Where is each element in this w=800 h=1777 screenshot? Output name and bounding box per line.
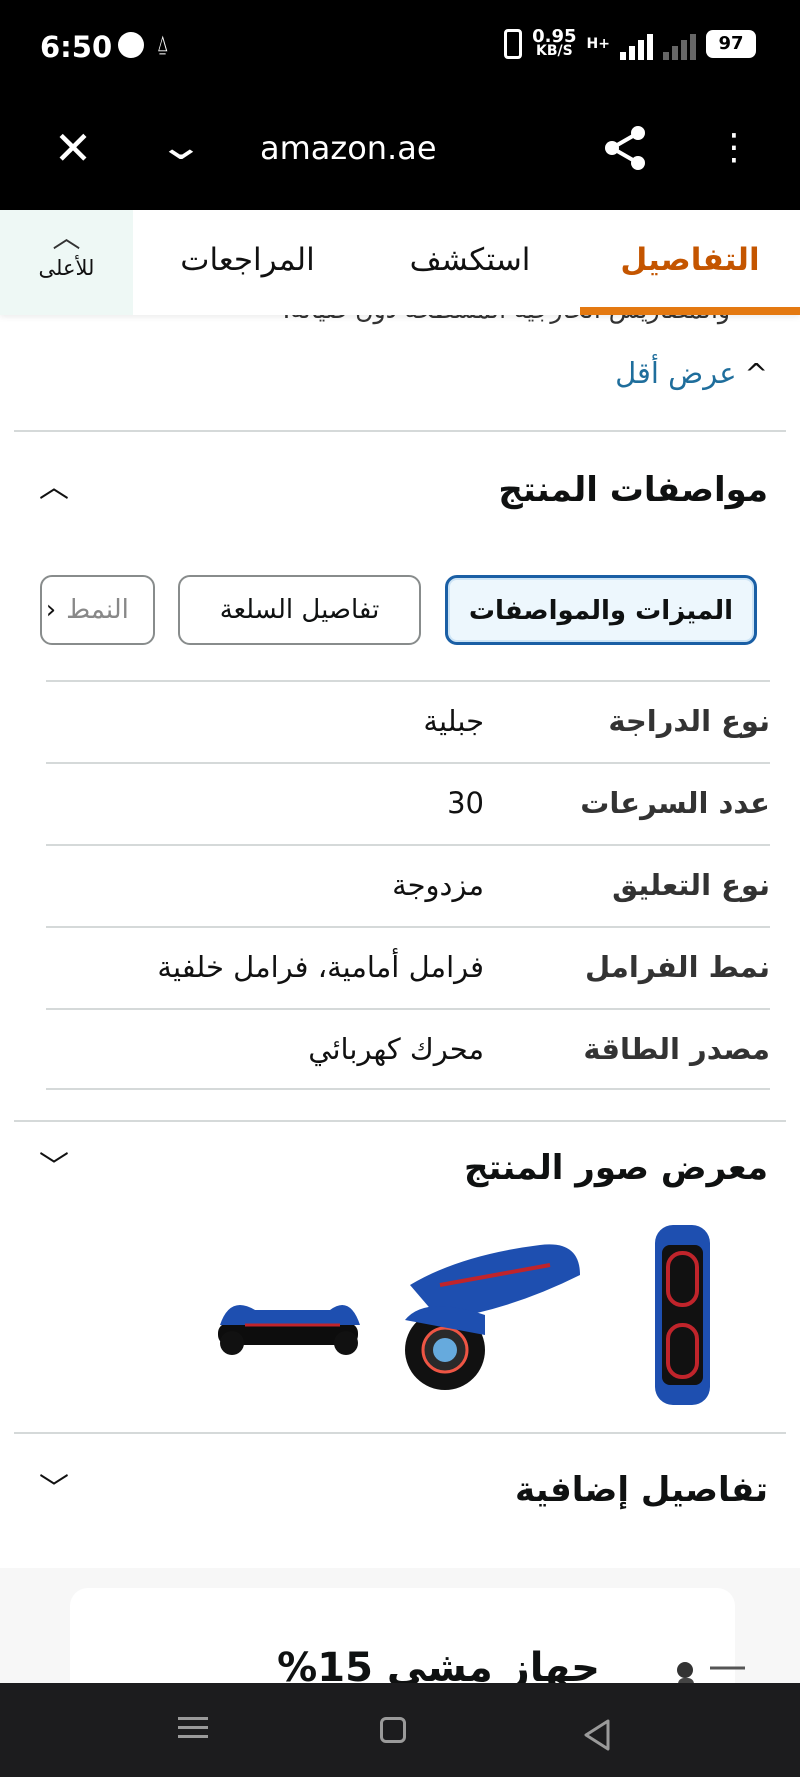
spec-row: مصدر الطاقة محرك كهربائي bbox=[46, 1008, 770, 1090]
divider bbox=[14, 430, 786, 432]
status-time: 6:50 bbox=[40, 30, 113, 64]
product-specs-title: مواصفات المنتج bbox=[498, 470, 768, 510]
signal-icon bbox=[620, 28, 653, 60]
pill-style[interactable]: ‹ النمط bbox=[40, 575, 155, 645]
chevron-down-icon[interactable]: ﹀ bbox=[36, 1472, 72, 1508]
url-text[interactable]: amazon.ae bbox=[260, 125, 437, 171]
chevron-down-icon[interactable]: ⌄ bbox=[147, 123, 216, 169]
back-to-top-button[interactable]: ︿ للأعلى bbox=[0, 210, 133, 315]
spec-key: نمط الفرامل bbox=[584, 950, 770, 984]
gallery-image-side[interactable] bbox=[218, 1305, 360, 1355]
section-tabs: ︿ للأعلى المراجعات استكشف التفاصيل bbox=[0, 210, 800, 315]
vibrate-icon bbox=[504, 29, 523, 59]
chevron-down-icon[interactable]: ﹀ bbox=[36, 1150, 72, 1186]
alarm-icon: ⍙ bbox=[156, 32, 170, 57]
network-type: H+ bbox=[586, 36, 610, 52]
system-nav-bar bbox=[0, 1683, 800, 1777]
pill-features-specs[interactable]: الميزات والمواصفات bbox=[445, 575, 757, 645]
show-less-link[interactable]: ^ عرض أقل bbox=[615, 356, 768, 390]
pill-item-details[interactable]: تفاصيل السلعة bbox=[178, 575, 421, 645]
spec-key: نوع الدراجة bbox=[608, 704, 770, 738]
back-icon[interactable] bbox=[578, 1715, 618, 1755]
battery-icon: 97 bbox=[706, 30, 756, 58]
recent-apps-icon[interactable] bbox=[178, 1711, 218, 1751]
product-gallery-title: معرض صور المنتج bbox=[463, 1148, 768, 1188]
chevron-left-icon: ‹ bbox=[45, 595, 57, 625]
divider bbox=[14, 1432, 786, 1434]
notification-icon bbox=[118, 32, 144, 58]
spec-row: عدد السرعات 30 bbox=[46, 762, 770, 844]
spec-row: نوع الدراجة جبلية bbox=[46, 680, 770, 762]
chevron-up-icon[interactable]: ︿ bbox=[36, 470, 72, 506]
promo-area: جهاز مشي 15% من bbox=[0, 1568, 800, 1734]
browser-toolbar: ✕ ⌄ amazon.ae ⋮ bbox=[0, 95, 800, 210]
gallery-image-top[interactable] bbox=[655, 1225, 710, 1405]
active-tab-indicator bbox=[580, 307, 800, 315]
spec-key: عدد السرعات bbox=[580, 786, 770, 820]
spec-row: نمط الفرامل فرامل أمامية، فرامل خلفية bbox=[46, 926, 770, 1008]
spec-value: مزدوجة bbox=[392, 868, 484, 902]
spec-row: نوع التعليق مزدوجة bbox=[46, 844, 770, 926]
tab-explore[interactable]: استكشف bbox=[395, 210, 545, 315]
product-gallery-images[interactable] bbox=[210, 1225, 730, 1415]
gallery-image-angle[interactable] bbox=[405, 1244, 580, 1390]
chevron-up-icon: ︿ bbox=[52, 221, 81, 254]
divider bbox=[14, 1120, 786, 1122]
share-icon[interactable] bbox=[600, 123, 650, 173]
additional-details-title: تفاصيل إضافية bbox=[515, 1470, 768, 1510]
spec-value: 30 bbox=[447, 786, 484, 820]
tab-details[interactable]: التفاصيل bbox=[580, 210, 800, 315]
close-icon[interactable]: ✕ bbox=[50, 125, 96, 171]
spec-value: جبلية bbox=[423, 704, 484, 738]
chevron-up-icon: ^ bbox=[744, 356, 768, 390]
tab-reviews[interactable]: المراجعات bbox=[160, 210, 335, 315]
network-speed: 0.95 KB/S bbox=[532, 26, 577, 59]
signal-icon-2 bbox=[663, 28, 696, 60]
more-vert-icon[interactable]: ⋮ bbox=[716, 125, 752, 171]
spec-value: محرك كهربائي bbox=[308, 1032, 484, 1066]
status-bar: 6:50 ⍙ 0.95 KB/S H+ 97 bbox=[0, 0, 800, 95]
spec-key: نوع التعليق bbox=[612, 868, 770, 902]
spec-value: فرامل أمامية، فرامل خلفية bbox=[157, 950, 484, 984]
home-icon[interactable] bbox=[380, 1717, 406, 1743]
spec-key: مصدر الطاقة bbox=[583, 1032, 770, 1066]
